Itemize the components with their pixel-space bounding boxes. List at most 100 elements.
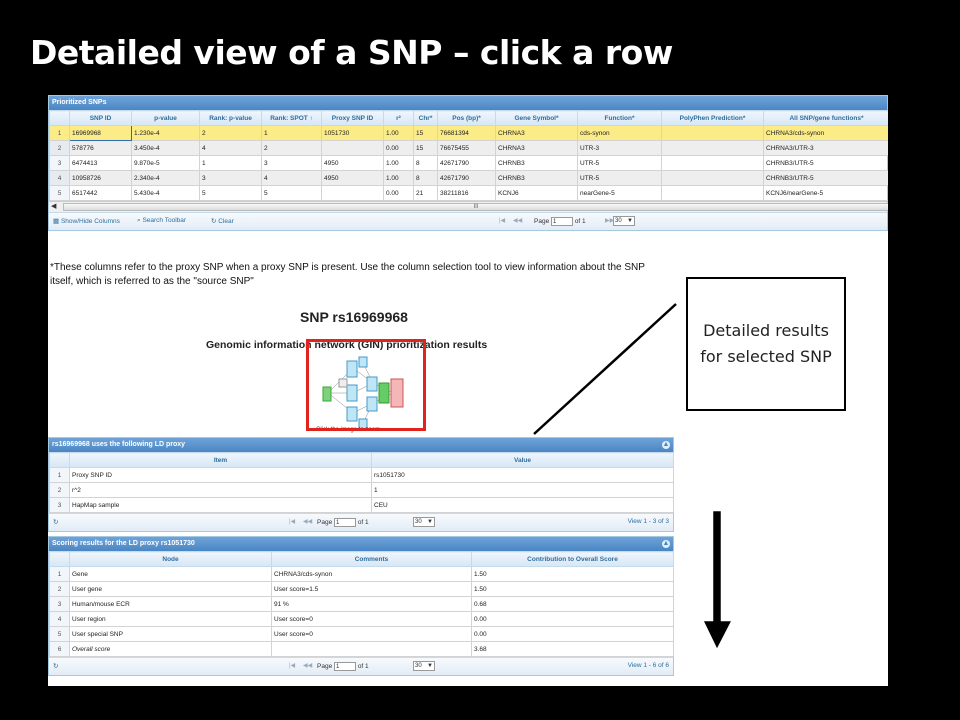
prev-page-icon[interactable]: ◀◀ [303, 662, 312, 669]
row-number: 4 [49, 611, 70, 627]
column-header[interactable]: Gene Symbol* [495, 110, 578, 126]
table-cell: HapMap sample [69, 497, 372, 513]
scrollbar-thumb[interactable]: III [63, 203, 888, 211]
table-cell: 1.50 [471, 581, 674, 597]
table-row[interactable]: 3 HapMap sample CEU [49, 497, 674, 513]
down-arrow-icon [700, 508, 736, 654]
rows-per-page-select[interactable]: 30 ▼ [413, 517, 435, 527]
column-header[interactable]: r² [383, 110, 414, 126]
table-row[interactable]: 5 6517442 5.430e-4 5 5 0.00 21 38211816 KCNJ6 nea… [49, 185, 888, 201]
clear-button[interactable]: ↻ Clear [211, 217, 234, 225]
page-input[interactable]: 1 [551, 217, 573, 226]
collapse-icon[interactable]: ▲ [662, 441, 670, 449]
row-number: 2 [49, 581, 70, 597]
table-cell: User special SNP [69, 626, 272, 642]
highlight-box [306, 339, 426, 431]
table-row[interactable]: 2 r^2 1 [49, 482, 674, 498]
table-cell: 2 [199, 125, 262, 141]
table-cell: 0.68 [471, 596, 674, 612]
column-header[interactable] [49, 110, 70, 126]
table-row[interactable]: 1 Gene CHRNA3/cds-synon 1.50 [49, 566, 674, 582]
table-cell: Human/mouse ECR [69, 596, 272, 612]
table-cell: CHRNB3/UTR-5 [763, 170, 888, 186]
page-input[interactable]: 1 [334, 518, 356, 527]
page-input[interactable]: 1 [334, 662, 356, 671]
panel-title: Prioritized SNPs [49, 96, 887, 110]
column-header[interactable]: Rank: SPOT ↑ [261, 110, 322, 126]
column-header[interactable]: All SNP/gene functions* [763, 110, 888, 126]
table-cell: 1051730 [321, 125, 384, 141]
continue-note: Several tables continue below [743, 522, 817, 629]
table-row[interactable]: 2 User gene User score=1.5 1.50 [49, 581, 674, 597]
search-toolbar-button[interactable]: ⌕ Search Toolbar [137, 217, 186, 225]
prev-page-icon[interactable]: ◀◀ [513, 217, 522, 224]
table-cell: 15 [413, 140, 438, 156]
callout-box: Detailed results for selected SNP [686, 277, 846, 411]
table-row[interactable]: 3 6474413 9.870e-5 1 3 4950 1.00 8 42671790 CHRNB… [49, 155, 888, 171]
collapse-icon[interactable]: ▲ [662, 540, 670, 548]
columns-icon: ▦ [53, 218, 60, 225]
table-row[interactable]: 4 10958726 2.340e-4 3 4 4950 1.00 8 42671790 CHRN… [49, 170, 888, 186]
row-number: 3 [49, 155, 70, 171]
table-row[interactable]: 4 User region User score=0 0.00 [49, 611, 674, 627]
first-page-icon[interactable]: |◀ [289, 518, 295, 525]
table-row[interactable]: 3 Human/mouse ECR 91 % 0.68 [49, 596, 674, 612]
first-page-icon[interactable]: |◀ [289, 662, 295, 669]
table-cell: 1 [371, 482, 674, 498]
column-header[interactable]: Rank: p-value [199, 110, 262, 126]
prioritized-snps-table: SNP ID p-value Rank: p-value Rank: SPOT ↑ Pr… [49, 110, 888, 201]
refresh-icon[interactable]: ↻ [53, 518, 58, 526]
table-row[interactable]: 5 User special SNP User score=0 0.00 [49, 626, 674, 642]
row-number: 1 [49, 125, 70, 141]
prev-page-icon[interactable]: ◀◀ [303, 518, 312, 525]
column-header[interactable]: Contribution to Overall Score [471, 551, 674, 567]
column-header[interactable]: Comments [271, 551, 472, 567]
column-header[interactable]: Function* [577, 110, 662, 126]
column-header[interactable]: Pos (bp)* [437, 110, 496, 126]
table-cell: rs1051730 [371, 467, 674, 483]
horizontal-scrollbar[interactable]: ◀ III [49, 201, 888, 212]
column-header[interactable]: Node [69, 551, 272, 567]
table-cell: 9.870e-5 [131, 155, 200, 171]
page-control: Page 1 of 1 [317, 518, 369, 527]
refresh-icon[interactable]: ↻ [53, 662, 58, 670]
table-cell: 91 % [271, 596, 472, 612]
rows-per-page-select[interactable]: 30 ▼ [613, 216, 635, 226]
show-hide-columns-button[interactable]: ▦ Show/Hide Columns [53, 217, 120, 225]
scroll-left-arrow-icon[interactable]: ◀ [51, 202, 56, 210]
column-header[interactable]: SNP ID [69, 110, 132, 126]
column-header[interactable]: Value [371, 452, 674, 468]
row-number: 5 [49, 185, 70, 201]
table-row[interactable]: 1 16969968 1.230e-4 2 1 1051730 1.00 15 76681394… [49, 125, 888, 141]
row-number: 6 [49, 641, 70, 657]
rows-per-page-select[interactable]: 30 ▼ [413, 661, 435, 671]
column-header[interactable] [49, 551, 70, 567]
table-row[interactable]: 1 Proxy SNP ID rs1051730 [49, 467, 674, 483]
table-row[interactable]: 2 578776 3.450e-4 4 2 0.00 15 76675455 CHRNA3 UTR… [49, 140, 888, 156]
table-cell: 6517442 [69, 185, 132, 201]
table-cell: 0.00 [471, 611, 674, 627]
column-header[interactable]: Chr* [413, 110, 438, 126]
table-cell: Gene [69, 566, 272, 582]
column-header[interactable]: p-value [131, 110, 200, 126]
table-cell: 4 [261, 170, 322, 186]
table-cell: 3.68 [471, 641, 674, 657]
table-cell: KCNJ6/nearGene-5 [763, 185, 888, 201]
scoring-panel: Scoring results for the LD proxy rs10517… [48, 536, 674, 676]
table-row[interactable]: 6 Overall score 3.68 [49, 641, 674, 657]
table-cell: 8 [413, 155, 438, 171]
table-cell: 5 [199, 185, 262, 201]
column-header[interactable] [49, 452, 70, 468]
column-header[interactable]: Item [69, 452, 372, 468]
table-cell [271, 641, 472, 657]
view-count: View 1 - 6 of 6 [627, 662, 669, 669]
table-cell: 76675455 [437, 140, 496, 156]
column-header[interactable]: PolyPhen Prediction* [661, 110, 764, 126]
table-cell: 42671790 [437, 155, 496, 171]
scoring-pager: ↻ |◀ ◀◀ Page 1 of 1 30 ▼ View 1 - 6 of 6 [49, 657, 673, 675]
table-cell: 1.50 [471, 566, 674, 582]
chevron-down-icon: ▼ [627, 218, 633, 224]
first-page-icon[interactable]: |◀ [499, 217, 505, 224]
column-header[interactable]: Proxy SNP ID [321, 110, 384, 126]
table-cell: CHRNB3 [495, 155, 578, 171]
